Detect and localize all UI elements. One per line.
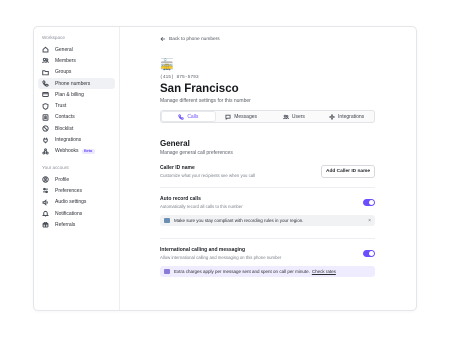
notice-text: Make sure you stay compliant with record…	[174, 218, 304, 223]
phone-number: (415) 875-5793	[160, 75, 199, 80]
tab-label: Integrations	[338, 113, 365, 120]
international-description: Allow international calling and messagin…	[160, 255, 282, 260]
sidebar-item-label: Blocklist	[55, 125, 74, 132]
sidebar-item-label: Trust	[55, 103, 67, 110]
section-title: General	[160, 139, 190, 148]
settings-tabs: Calls Messages Users Integrations	[160, 110, 375, 123]
page-title: San Francisco	[160, 83, 239, 95]
settings-window: Workspace General Members Groups Phone n…	[33, 26, 417, 311]
sidebar-item-integrations[interactable]: Integrations	[38, 134, 115, 145]
folder-icon	[42, 69, 49, 76]
integrations-icon	[329, 113, 336, 120]
audio-icon	[42, 198, 49, 206]
tab-integrations[interactable]: Integrations	[320, 112, 373, 121]
caller-id-setting: Caller ID name Customize what your recip…	[160, 165, 375, 187]
divider	[160, 238, 375, 239]
caller-id-description: Customize what your recipients see when …	[160, 173, 256, 178]
sidebar-item-blocklist[interactable]: Blocklist	[38, 123, 115, 134]
main-content: Back to phone numbers 🚋 (415) 875-5793 S…	[120, 27, 416, 310]
block-icon	[42, 125, 49, 132]
webhook-icon	[42, 148, 49, 155]
flag-icon	[164, 218, 170, 223]
sidebar-item-phone-numbers[interactable]: Phone numbers	[38, 77, 115, 90]
bell-icon	[42, 210, 49, 217]
tab-label: Users	[291, 113, 305, 120]
sidebar-item-referrals[interactable]: Referrals	[38, 219, 115, 230]
message-icon	[225, 114, 231, 120]
check-rates-link[interactable]: Check rates	[312, 269, 336, 274]
back-link[interactable]: Back to phone numbers	[160, 35, 416, 43]
section-subtitle: Manage general call preferences	[160, 150, 233, 156]
sidebar: Workspace General Members Groups Phone n…	[34, 27, 120, 310]
recording-compliance-notice: Make sure you stay compliant with record…	[160, 215, 375, 226]
card-icon	[42, 91, 49, 98]
sidebar-item-contacts[interactable]: Contacts	[38, 112, 115, 123]
sidebar-item-label: Preferences	[55, 187, 82, 194]
account-section-title: Your account	[42, 164, 69, 170]
international-setting: International calling and messaging Allo…	[160, 247, 375, 260]
auto-record-setting: Auto record calls Automatically record a…	[160, 196, 375, 209]
sidebar-item-profile[interactable]: Profile	[38, 174, 115, 185]
user-icon	[42, 176, 49, 183]
sidebar-item-label: Webhooks	[55, 148, 79, 155]
notice-text: Extra charges apply per message sent and…	[174, 269, 310, 274]
back-link-label: Back to phone numbers	[169, 36, 220, 42]
sidebar-item-preferences[interactable]: Preferences	[38, 185, 115, 196]
tab-calls[interactable]: Calls	[162, 112, 215, 121]
divider	[160, 187, 375, 188]
sidebar-item-trust[interactable]: Trust	[38, 100, 115, 111]
arrow-left-icon	[160, 37, 166, 41]
contacts-icon	[42, 114, 49, 121]
page-subtitle: Manage different settings for this numbe…	[160, 98, 251, 104]
auto-record-label: Auto record calls	[160, 196, 201, 202]
auto-record-description: Automatically record all calls to this n…	[160, 204, 243, 209]
workspace-section-title: Workspace	[42, 35, 65, 40]
users-icon	[282, 114, 289, 119]
sidebar-item-general[interactable]: General	[38, 44, 115, 55]
sidebar-item-notifications[interactable]: Notifications	[38, 208, 115, 219]
sidebar-item-label: Integrations	[55, 137, 82, 144]
sidebar-item-label: Referrals	[55, 221, 76, 228]
add-caller-id-button[interactable]: Add Caller ID name	[321, 165, 375, 178]
sidebar-item-label: Contacts	[55, 114, 75, 121]
sidebar-item-label: Groups	[55, 69, 72, 76]
auto-record-toggle[interactable]	[363, 199, 375, 206]
sidebar-item-label: Profile	[55, 176, 70, 183]
sidebar-item-label: Phone numbers	[55, 80, 91, 87]
sidebar-item-members[interactable]: Members	[38, 55, 115, 66]
charges-notice: Extra charges apply per message sent and…	[160, 266, 375, 277]
sidebar-item-groups[interactable]: Groups	[38, 67, 115, 78]
sidebar-item-label: Members	[55, 57, 76, 64]
tab-label: Calls	[187, 113, 199, 120]
caller-id-label: Caller ID name	[160, 165, 195, 171]
sidebar-item-audio-settings[interactable]: Audio settings	[38, 197, 115, 208]
sidebar-item-label: Plan & billing	[55, 91, 84, 98]
sidebar-item-label: Notifications	[55, 210, 83, 217]
close-icon[interactable]: ×	[368, 218, 371, 224]
tab-label: Messages	[234, 113, 258, 120]
shield-icon	[42, 102, 49, 110]
members-icon	[42, 57, 49, 64]
phone-icon	[42, 80, 49, 87]
tab-users[interactable]: Users	[268, 112, 321, 121]
sliders-icon	[42, 187, 49, 194]
gift-icon	[42, 221, 49, 228]
tab-messages[interactable]: Messages	[215, 112, 268, 121]
plug-icon	[42, 137, 49, 144]
credit-card-icon	[164, 269, 170, 274]
sidebar-item-label: Audio settings	[55, 199, 87, 206]
international-label: International calling and messaging	[160, 247, 246, 253]
sidebar-item-webhooks[interactable]: Webhooks Beta	[38, 146, 115, 157]
sidebar-item-label: General	[55, 46, 73, 53]
beta-badge: Beta	[81, 148, 95, 155]
sidebar-item-plan-billing[interactable]: Plan & billing	[38, 89, 115, 100]
number-emoji: 🚋	[160, 59, 174, 71]
phone-icon	[178, 113, 185, 120]
home-icon	[42, 46, 49, 53]
international-toggle[interactable]	[363, 250, 375, 257]
